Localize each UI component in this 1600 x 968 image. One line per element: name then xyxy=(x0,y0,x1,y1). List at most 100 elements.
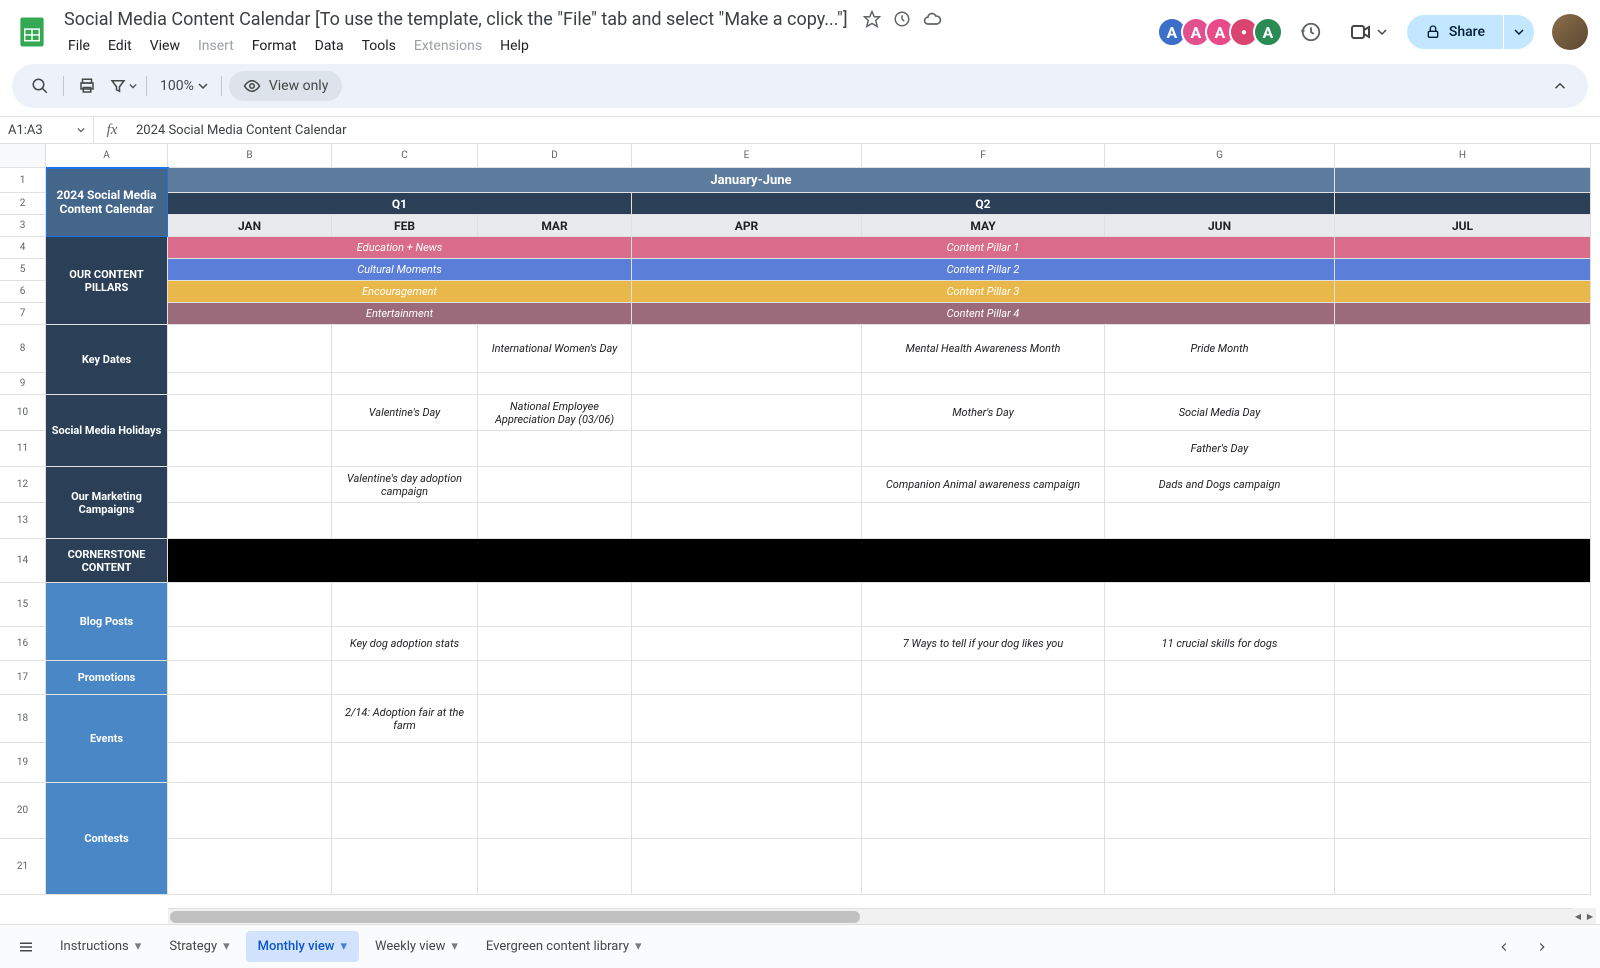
cell[interactable] xyxy=(1335,627,1591,661)
cell[interactable]: Content Pillar 1 xyxy=(632,237,1335,259)
cell[interactable] xyxy=(862,431,1105,467)
cell[interactable] xyxy=(478,695,632,743)
search-icon[interactable] xyxy=(24,70,56,102)
name-box[interactable]: A1:A3 xyxy=(0,117,94,143)
cell[interactable]: Content Pillar 2 xyxy=(632,259,1335,281)
cell[interactable]: 11 crucial skills for dogs xyxy=(1105,627,1335,661)
cell[interactable]: Mental Health Awareness Month xyxy=(862,325,1105,373)
cell[interactable] xyxy=(862,583,1105,627)
cell[interactable] xyxy=(632,783,862,839)
formula-input[interactable]: 2024 Social Media Content Calendar xyxy=(130,123,1600,138)
cell[interactable] xyxy=(478,839,632,895)
cell[interactable] xyxy=(168,503,332,539)
sheet-tab-monthly[interactable]: Monthly view▾ xyxy=(246,931,359,962)
cell[interactable] xyxy=(1335,373,1591,395)
col-header[interactable]: E xyxy=(632,144,862,168)
row-header[interactable]: 21 xyxy=(0,839,46,895)
cell[interactable] xyxy=(632,395,862,431)
cell[interactable] xyxy=(1335,695,1591,743)
row-header[interactable]: 19 xyxy=(0,743,46,783)
cell[interactable] xyxy=(1105,373,1335,395)
cell[interactable] xyxy=(1335,743,1591,783)
cell[interactable] xyxy=(332,583,478,627)
sheet-tab-strategy[interactable]: Strategy▾ xyxy=(157,931,241,962)
cell-pillars-label[interactable]: OUR CONTENT PILLARS xyxy=(46,237,168,325)
cell[interactable] xyxy=(1335,583,1591,627)
cell[interactable]: Content Pillar 3 xyxy=(632,281,1335,303)
col-header[interactable]: C xyxy=(332,144,478,168)
cell[interactable] xyxy=(632,839,862,895)
row-header[interactable]: 9 xyxy=(0,373,46,395)
cell[interactable] xyxy=(632,661,862,695)
grid-body[interactable]: 2024 Social Media Content Calendar Janua… xyxy=(46,168,1600,895)
cell[interactable] xyxy=(862,503,1105,539)
cell[interactable] xyxy=(1335,281,1591,303)
row-header[interactable]: 7 xyxy=(0,303,46,325)
cell[interactable] xyxy=(862,373,1105,395)
row-header[interactable]: 6 xyxy=(0,281,46,303)
cell[interactable] xyxy=(168,583,332,627)
menu-edit[interactable]: Edit xyxy=(100,34,140,58)
row-header[interactable]: 15 xyxy=(0,583,46,627)
cell-month[interactable]: JUN xyxy=(1105,215,1335,237)
cell-corner[interactable]: CORNERSTONE CONTENT xyxy=(46,539,168,583)
print-icon[interactable] xyxy=(71,70,103,102)
cell[interactable] xyxy=(1105,583,1335,627)
cell[interactable]: Valentine's Day xyxy=(332,395,478,431)
col-header[interactable]: B xyxy=(168,144,332,168)
cell[interactable] xyxy=(1335,303,1591,325)
cell[interactable] xyxy=(1105,743,1335,783)
cell[interactable] xyxy=(168,431,332,467)
cloud-status-icon[interactable] xyxy=(922,9,942,29)
zoom-select[interactable]: 100% xyxy=(154,74,214,98)
chevron-down-icon[interactable]: ▾ xyxy=(451,939,458,954)
cell[interactable] xyxy=(1105,503,1335,539)
share-dropdown[interactable] xyxy=(1504,15,1534,49)
cell[interactable] xyxy=(632,627,862,661)
cell[interactable] xyxy=(478,431,632,467)
cell-month[interactable]: JAN xyxy=(168,215,332,237)
cell[interactable] xyxy=(1335,503,1591,539)
cell[interactable] xyxy=(632,695,862,743)
col-header[interactable]: H xyxy=(1335,144,1591,168)
cell[interactable] xyxy=(478,783,632,839)
cell[interactable]: Companion Animal awareness campaign xyxy=(862,467,1105,503)
sheet-tab-evergreen[interactable]: Evergreen content library▾ xyxy=(474,931,654,962)
tab-scroll-right-icon[interactable] xyxy=(1524,929,1560,965)
menu-view[interactable]: View xyxy=(142,34,188,58)
cell[interactable] xyxy=(1335,395,1591,431)
cell[interactable] xyxy=(332,325,478,373)
cell-half[interactable]: January-June xyxy=(168,168,1335,193)
cell[interactable]: 2/14: Adoption fair at the farm xyxy=(332,695,478,743)
cell[interactable] xyxy=(1105,783,1335,839)
cell[interactable] xyxy=(1335,431,1591,467)
cell[interactable] xyxy=(862,839,1105,895)
cell-month[interactable]: APR xyxy=(632,215,862,237)
col-header[interactable]: A xyxy=(46,144,168,168)
cell[interactable] xyxy=(332,503,478,539)
chevron-down-icon[interactable]: ▾ xyxy=(635,939,642,954)
cell[interactable]: Mother's Day xyxy=(862,395,1105,431)
cell[interactable] xyxy=(478,467,632,503)
cell[interactable] xyxy=(1335,193,1591,215)
row-header[interactable]: 1 xyxy=(0,168,46,193)
cell-events[interactable]: Events xyxy=(46,695,168,783)
cell[interactable] xyxy=(632,467,862,503)
horizontal-scrollbar[interactable] xyxy=(168,908,1572,924)
cell-smh[interactable]: Social Media Holidays xyxy=(46,395,168,467)
move-icon[interactable] xyxy=(892,9,912,29)
cell[interactable] xyxy=(332,373,478,395)
cell-title[interactable]: 2024 Social Media Content Calendar xyxy=(46,168,168,237)
cell[interactable] xyxy=(1335,168,1591,193)
avatar[interactable]: A xyxy=(1253,17,1283,47)
cell[interactable]: 7 Ways to tell if your dog likes you xyxy=(862,627,1105,661)
cell[interactable]: Pride Month xyxy=(1105,325,1335,373)
cell[interactable]: Content Pillar 4 xyxy=(632,303,1335,325)
filter-icon[interactable] xyxy=(107,70,139,102)
menu-tools[interactable]: Tools xyxy=(354,34,404,58)
chevron-down-icon[interactable]: ▾ xyxy=(135,939,142,954)
cell[interactable] xyxy=(632,503,862,539)
all-sheets-icon[interactable] xyxy=(8,929,44,965)
cell-mkt[interactable]: Our Marketing Campaigns xyxy=(46,467,168,539)
cell[interactable] xyxy=(332,783,478,839)
